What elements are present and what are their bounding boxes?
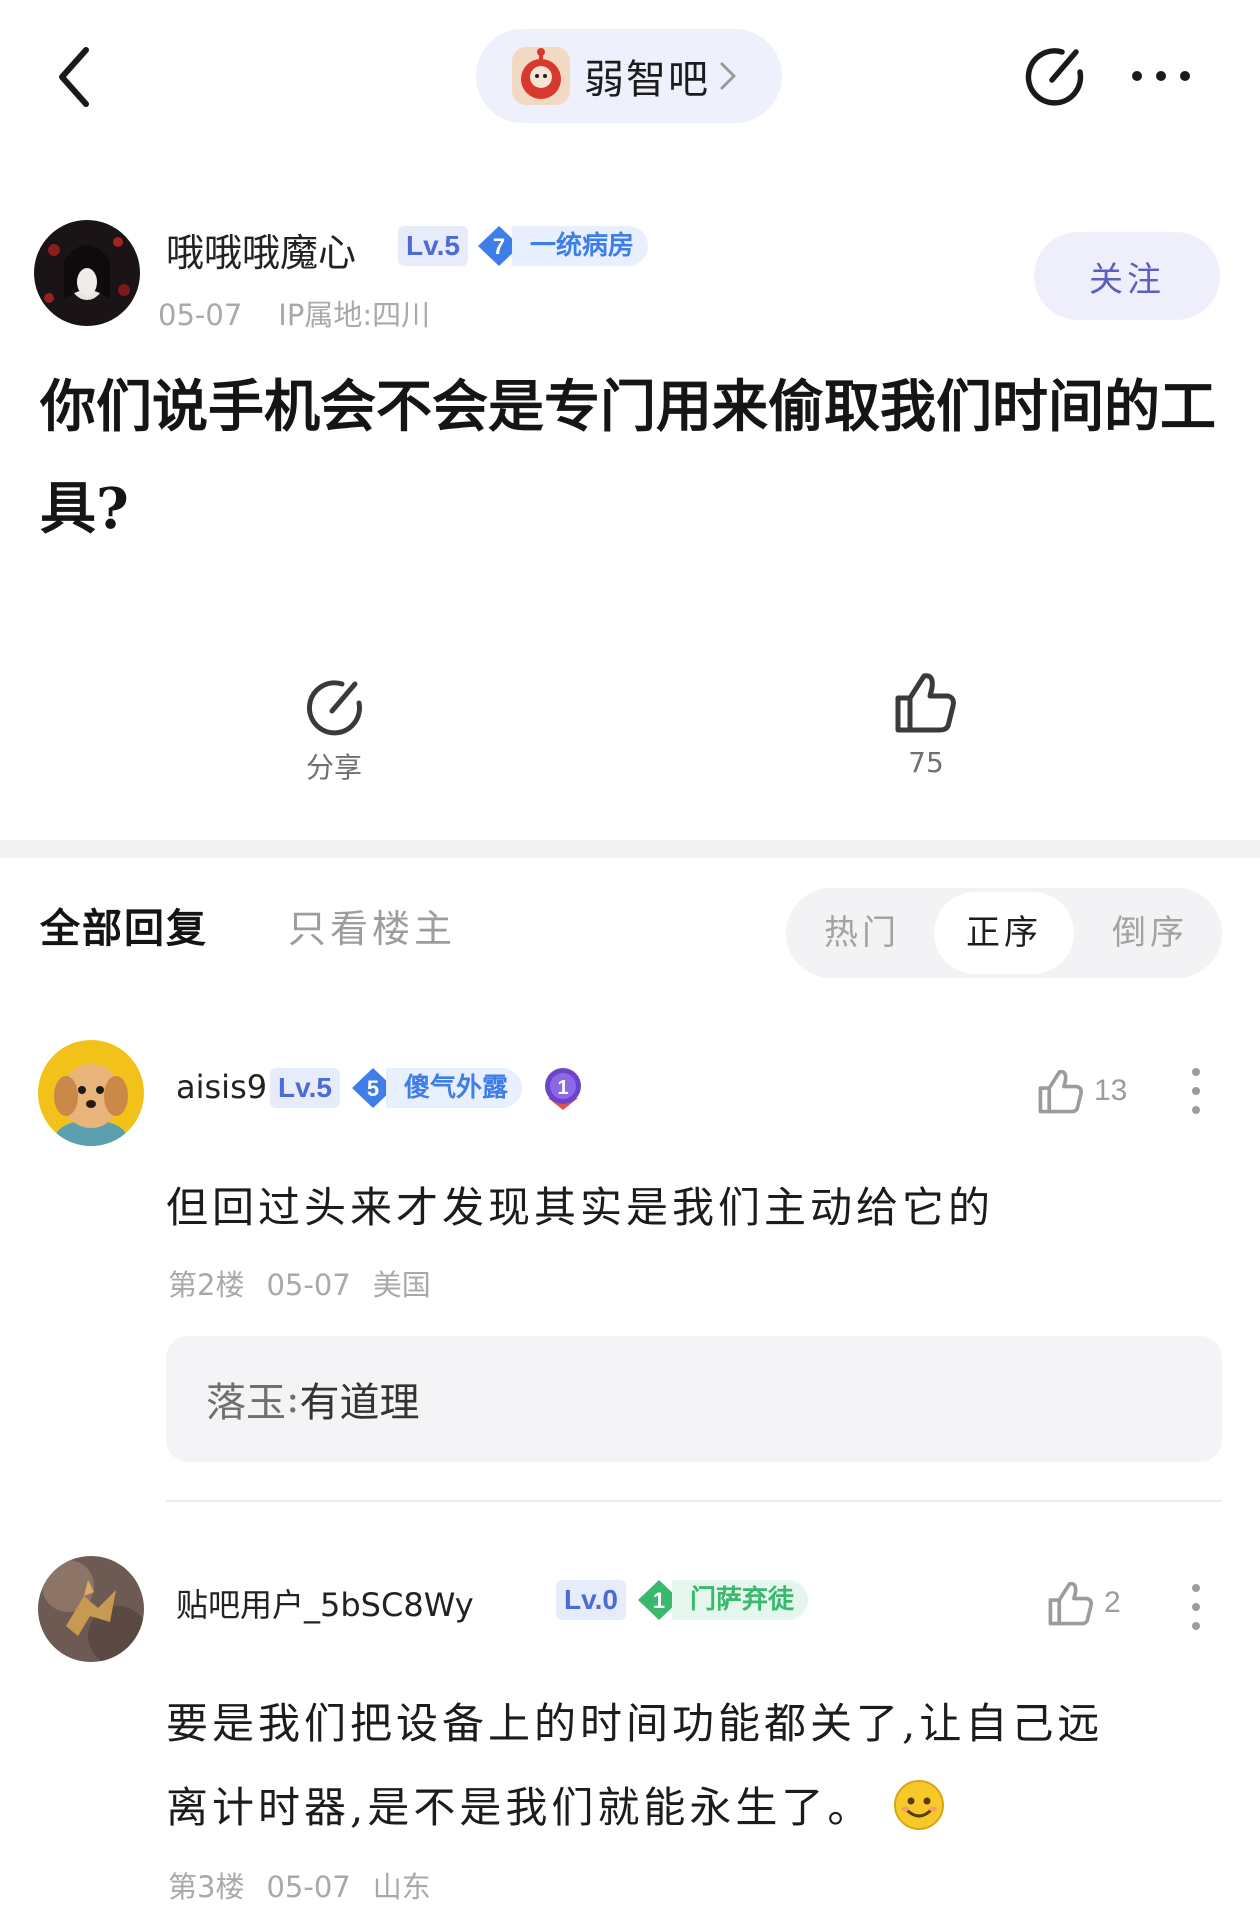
thumbs-up-icon	[895, 673, 956, 733]
sub-reply-colon: :	[286, 1376, 300, 1422]
level-badge: Lv.0	[556, 1580, 626, 1620]
post-date: 05-07	[158, 298, 243, 332]
floor-number: 第3楼	[168, 1870, 245, 1904]
reply-like-count: 2	[1104, 1586, 1121, 1619]
thumbs-up-icon	[1038, 1069, 1084, 1114]
floor-number: 第2楼	[168, 1268, 245, 1302]
reply-meta: 第2楼 05-07 美国	[168, 1262, 431, 1304]
author-name[interactable]: 哦哦哦魔心	[166, 222, 356, 277]
sort-descending[interactable]: 倒序	[1112, 888, 1188, 978]
ip-location: IP属地:四川	[278, 298, 431, 332]
more-horizontal-icon	[1132, 71, 1190, 81]
top-bar: 弱智吧	[0, 0, 1260, 150]
reply-location: 山东	[372, 1870, 431, 1904]
author-avatar[interactable]	[34, 220, 140, 326]
reply-content-line-2: 离计时器,是不是我们就能永生了。	[166, 1774, 945, 1835]
title-level: 1	[653, 1588, 665, 1613]
forum-link[interactable]: 弱智吧	[476, 29, 782, 123]
reply-avatar[interactable]	[38, 1040, 144, 1146]
title-text: 傻气外露	[386, 1068, 523, 1108]
title-badge: 5 傻气外露	[348, 1066, 523, 1110]
thumbs-up-icon	[1048, 1581, 1094, 1626]
reply-meta: 第3楼 05-07 山东	[168, 1864, 431, 1906]
reply-like-count: 13	[1094, 1074, 1128, 1107]
reply-username[interactable]: 贴吧用户_5bSC8Wy	[176, 1580, 474, 1626]
tab-all-replies[interactable]: 全部回复	[40, 896, 208, 954]
share-button[interactable]	[1022, 44, 1086, 110]
reply-content-line-1: 要是我们把设备上的时间功能都关了,让自己远	[166, 1699, 1104, 1748]
smile-emoji-icon	[894, 1779, 945, 1830]
sort-segmented-control: 热门 正序 倒序	[786, 888, 1222, 978]
reply-username[interactable]: aisis9	[176, 1068, 267, 1106]
reply-date: 05-07	[266, 1268, 351, 1302]
more-options-button[interactable]	[1128, 60, 1194, 92]
post-like-action[interactable]: 75	[888, 668, 964, 779]
level-badge: Lv.5	[398, 226, 468, 266]
sub-reply-text: 有道理	[299, 1380, 420, 1426]
medal-icon: 1	[545, 1068, 581, 1110]
level-badge: Lv.5	[270, 1068, 340, 1108]
chevron-right-icon	[720, 62, 736, 90]
reply-like-button[interactable]: 2	[1046, 1578, 1121, 1628]
title-level: 5	[367, 1076, 379, 1101]
back-button[interactable]	[50, 42, 100, 112]
post-detail-screen: 弱智吧 哦哦哦魔心 Lv.5 7 一统病房 05-07 IP属地:四川 关注 你…	[0, 0, 1260, 1915]
share-icon	[307, 680, 362, 736]
reply-location: 美国	[372, 1268, 431, 1302]
chevron-left-icon	[59, 47, 89, 107]
sub-reply-author[interactable]: 落玉	[206, 1370, 286, 1428]
post-title: 你们说手机会不会是专门用来偷取我们时间的工具?	[40, 374, 1216, 542]
more-vertical-icon[interactable]	[1186, 1066, 1206, 1116]
tab-op-only[interactable]: 只看楼主	[288, 898, 456, 953]
sub-reply[interactable]: 落玉: 有道理	[166, 1336, 1222, 1462]
sort-hot[interactable]: 热门	[824, 888, 900, 978]
reply-content-text: 离计时器,是不是我们就能永生了。	[166, 1783, 874, 1832]
more-vertical-icon[interactable]	[1186, 1582, 1206, 1632]
sort-ascending[interactable]: 正序	[934, 892, 1074, 974]
reply-divider	[166, 1500, 1222, 1502]
follow-button[interactable]: 关注	[1034, 232, 1220, 320]
forum-avatar	[512, 47, 570, 105]
reply-date: 05-07	[266, 1870, 351, 1904]
reply-content: 但回过头来才发现其实是我们主动给它的	[166, 1183, 995, 1232]
forum-name: 弱智吧	[584, 57, 710, 103]
section-divider	[0, 840, 1260, 858]
post-meta: 05-07 IP属地:四川	[158, 292, 430, 334]
like-count: 75	[908, 746, 944, 779]
share-icon	[1025, 48, 1084, 106]
title-text: 一统病房	[512, 226, 649, 266]
reply-avatar[interactable]	[38, 1556, 144, 1662]
title-badge: 7 一统病房	[474, 224, 649, 268]
medal-level: 1	[557, 1077, 568, 1099]
title-level: 7	[493, 234, 505, 259]
share-label: 分享	[305, 751, 362, 784]
title-badge: 1 门萨弃徒	[634, 1578, 809, 1622]
post-share-action[interactable]: 分享	[296, 676, 372, 786]
title-text: 门萨弃徒	[672, 1580, 809, 1620]
reply-like-button[interactable]: 13	[1036, 1066, 1127, 1116]
